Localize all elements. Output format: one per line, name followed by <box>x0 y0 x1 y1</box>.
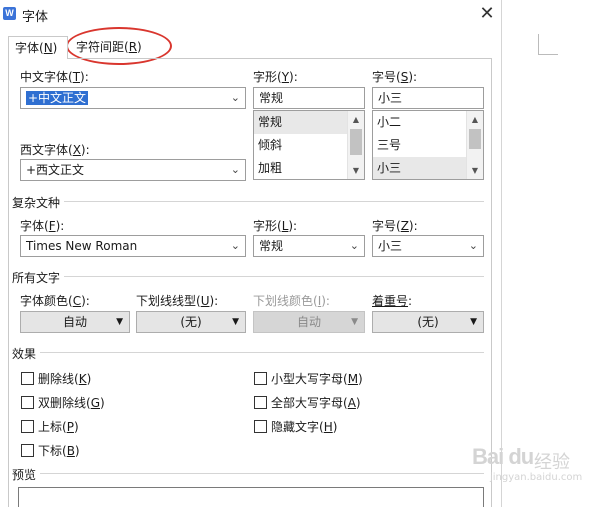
chinese-font-select[interactable]: +中文正文 ⌄ <box>20 87 246 109</box>
dialog-title: 字体 <box>22 10 49 25</box>
hidden-text-checkbox[interactable] <box>254 420 267 433</box>
complex-font-label: 字体(F): <box>20 219 65 233</box>
font-dialog: W 字体 ✕ 字体(N) 字符间距(R) 中文字体(T): +中文正文 ⌄ 字形… <box>0 0 502 507</box>
size-listbox[interactable]: 小二 三号 小三 ▲ ▼ <box>372 110 484 180</box>
close-icon: ✕ <box>479 3 495 24</box>
chevron-down-icon: ⌄ <box>230 91 240 104</box>
divider <box>40 473 484 474</box>
caret-down-icon: ▼ <box>116 317 123 327</box>
strikethrough-label[interactable]: 删除线(K) <box>38 370 91 387</box>
underline-type-label: 下划线线型(U): <box>136 294 219 308</box>
watermark-sub: 经验 <box>534 452 570 473</box>
divider <box>40 352 484 353</box>
complex-style-select[interactable]: 常规 ⌄ <box>253 235 365 257</box>
complex-size-select[interactable]: 小三 ⌄ <box>372 235 484 257</box>
scroll-up-icon[interactable]: ▲ <box>348 112 364 128</box>
complex-style-label: 字形(L): <box>253 219 298 233</box>
chinese-font-label: 中文字体(T): <box>20 70 89 84</box>
size-label: 字号(S): <box>372 70 418 84</box>
style-listbox[interactable]: 常规 倾斜 加粗 ▲ ▼ <box>253 110 365 180</box>
divider <box>64 201 484 202</box>
divider <box>64 276 484 277</box>
size-scrollbar[interactable]: ▲ ▼ <box>466 111 483 179</box>
complex-font-select[interactable]: Times New Roman ⌄ <box>20 235 246 257</box>
preview-section-title: 预览 <box>12 468 37 482</box>
small-caps-checkbox[interactable] <box>254 372 267 385</box>
tab-font[interactable]: 字体(N) <box>8 36 68 59</box>
western-font-select[interactable]: +西文正文 ⌄ <box>20 159 246 181</box>
font-color-dropdown[interactable]: 自动 ▼ <box>20 311 130 333</box>
emphasis-dropdown[interactable]: (无) ▼ <box>372 311 484 333</box>
scroll-up-icon[interactable]: ▲ <box>467 112 483 128</box>
chevron-down-icon: ⌄ <box>230 163 240 176</box>
watermark-url: jingyan.baidu.com <box>490 472 583 483</box>
hidden-text-label[interactable]: 隐藏文字(H) <box>271 418 337 435</box>
effects-section-title: 效果 <box>12 347 37 361</box>
font-color-label: 字体颜色(C): <box>20 294 90 308</box>
scroll-down-icon[interactable]: ▼ <box>467 163 483 179</box>
size-input[interactable]: 小三 <box>372 87 484 109</box>
close-button[interactable]: ✕ <box>476 4 498 26</box>
chevron-down-icon: ⌄ <box>349 239 359 252</box>
underline-color-dropdown: 自动 ▼ <box>253 311 365 333</box>
complex-section-title: 复杂文种 <box>12 196 61 210</box>
wps-writer-icon: W <box>3 7 16 20</box>
all-caps-label[interactable]: 全部大写字母(A) <box>271 394 361 411</box>
style-scrollbar[interactable]: ▲ ▼ <box>347 111 364 179</box>
chevron-down-icon: ⌄ <box>230 239 240 252</box>
double-strikethrough-label[interactable]: 双删除线(G) <box>38 394 105 411</box>
title-bar: W 字体 ✕ <box>0 0 502 30</box>
style-label: 字形(Y): <box>253 70 298 84</box>
style-input[interactable]: 常规 <box>253 87 365 109</box>
caret-down-icon: ▼ <box>351 317 358 327</box>
scroll-down-icon[interactable]: ▼ <box>348 163 364 179</box>
chevron-down-icon: ⌄ <box>468 239 478 252</box>
caret-down-icon: ▼ <box>470 317 477 327</box>
complex-size-label: 字号(Z): <box>372 219 418 233</box>
scroll-thumb[interactable] <box>350 129 362 155</box>
preview-box <box>18 487 484 507</box>
baidu-jingyan-watermark: Bai du 经验 jingyan.baidu.com <box>472 438 598 498</box>
underline-type-dropdown[interactable]: (无) ▼ <box>136 311 246 333</box>
superscript-label[interactable]: 上标(P) <box>38 418 79 435</box>
superscript-checkbox[interactable] <box>21 420 34 433</box>
caret-down-icon: ▼ <box>232 317 239 327</box>
emphasis-label: 着重号: <box>372 294 413 308</box>
underline-color-label: 下划线颜色(I): <box>253 294 330 308</box>
all-caps-checkbox[interactable] <box>254 396 267 409</box>
scroll-thumb[interactable] <box>469 129 481 149</box>
all-text-section-title: 所有文字 <box>12 271 61 285</box>
document-margin-mark <box>538 34 539 54</box>
baidu-logo: Bai du <box>472 444 534 469</box>
double-strikethrough-checkbox[interactable] <box>21 396 34 409</box>
subscript-label[interactable]: 下标(B) <box>38 442 80 459</box>
western-font-label: 西文字体(X): <box>20 143 90 157</box>
subscript-checkbox[interactable] <box>21 444 34 457</box>
strikethrough-checkbox[interactable] <box>21 372 34 385</box>
document-margin-mark-h <box>538 54 558 55</box>
small-caps-label[interactable]: 小型大写字母(M) <box>271 370 363 387</box>
